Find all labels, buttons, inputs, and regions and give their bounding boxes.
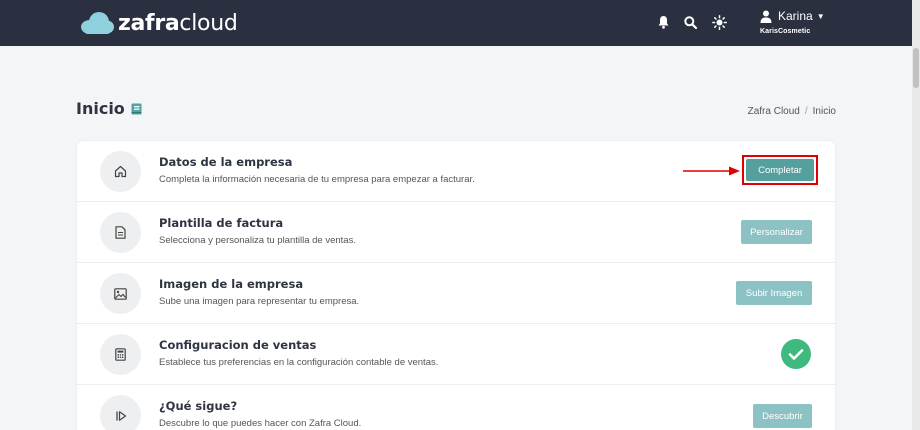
top-navbar: zafracloud Karina ▼ KarisCosmetic <box>0 0 912 46</box>
calculator-icon <box>100 334 141 375</box>
play-next-icon <box>100 395 141 430</box>
breadcrumb: Zafra Cloud / Inicio <box>748 106 836 117</box>
onboarding-item-company-data: Datos de la empresa Completa la informac… <box>77 141 835 202</box>
breadcrumb-current: Inicio <box>812 106 836 117</box>
scrollbar-thumb[interactable] <box>913 48 919 88</box>
breadcrumb-separator: / <box>804 106 808 117</box>
onboarding-item-whats-next: ¿Qué sigue? Descubre lo que puedes hacer… <box>77 385 835 430</box>
user-company: KarisCosmetic <box>760 28 811 35</box>
onboarding-item-description: Descubre lo que puedes hacer con Zafra C… <box>159 418 362 429</box>
bell-icon[interactable] <box>655 14 671 30</box>
user-icon <box>760 10 772 23</box>
logo-text: zafracloud <box>118 10 238 36</box>
onboarding-item-sales-config: Configuracion de ventas Establece tus pr… <box>77 324 835 385</box>
zafracloud-logo[interactable]: zafracloud <box>80 9 238 37</box>
image-icon <box>100 273 141 314</box>
chevron-down-icon: ▼ <box>816 11 825 21</box>
onboarding-item-description: Selecciona y personaliza tu plantilla de… <box>159 235 356 246</box>
checkmark-icon <box>781 339 811 369</box>
page-title: Inicio <box>76 99 142 118</box>
breadcrumb-home-link[interactable]: Zafra Cloud <box>748 106 800 117</box>
onboarding-item-title: Plantilla de factura <box>159 216 284 230</box>
user-name: Karina <box>778 9 813 23</box>
annotation-arrow-icon <box>683 166 740 176</box>
search-icon[interactable] <box>682 14 698 30</box>
onboarding-item-company-image: Imagen de la empresa Sube una imagen par… <box>77 263 835 324</box>
page-title-text: Inicio <box>76 99 125 118</box>
cloud-logo-icon <box>81 12 114 34</box>
descubrir-button[interactable]: Descubrir <box>753 404 812 428</box>
completar-button[interactable]: Completar <box>746 159 814 181</box>
personalizar-button[interactable]: Personalizar <box>741 220 812 244</box>
onboarding-item-title: Datos de la empresa <box>159 155 293 169</box>
onboarding-item-description: Sube una imagen para representar tu empr… <box>159 296 360 307</box>
onboarding-item-invoice-template: Plantilla de factura Selecciona y person… <box>77 202 835 263</box>
user-menu[interactable]: Karina ▼ KarisCosmetic <box>760 8 825 35</box>
subir-imagen-button[interactable]: Subir Imagen <box>736 281 812 305</box>
onboarding-item-title: ¿Qué sigue? <box>159 399 238 413</box>
sun-icon[interactable] <box>711 14 727 30</box>
onboarding-item-description: Establece tus preferencias en la configu… <box>159 357 439 368</box>
onboarding-item-description: Completa la información necesaria de tu … <box>159 174 475 185</box>
document-icon <box>100 212 141 253</box>
book-icon <box>131 103 142 115</box>
home-icon <box>100 151 141 192</box>
onboarding-item-title: Configuracion de ventas <box>159 338 317 352</box>
onboarding-item-title: Imagen de la empresa <box>159 277 304 291</box>
onboarding-card: Datos de la empresa Completa la informac… <box>77 141 835 430</box>
